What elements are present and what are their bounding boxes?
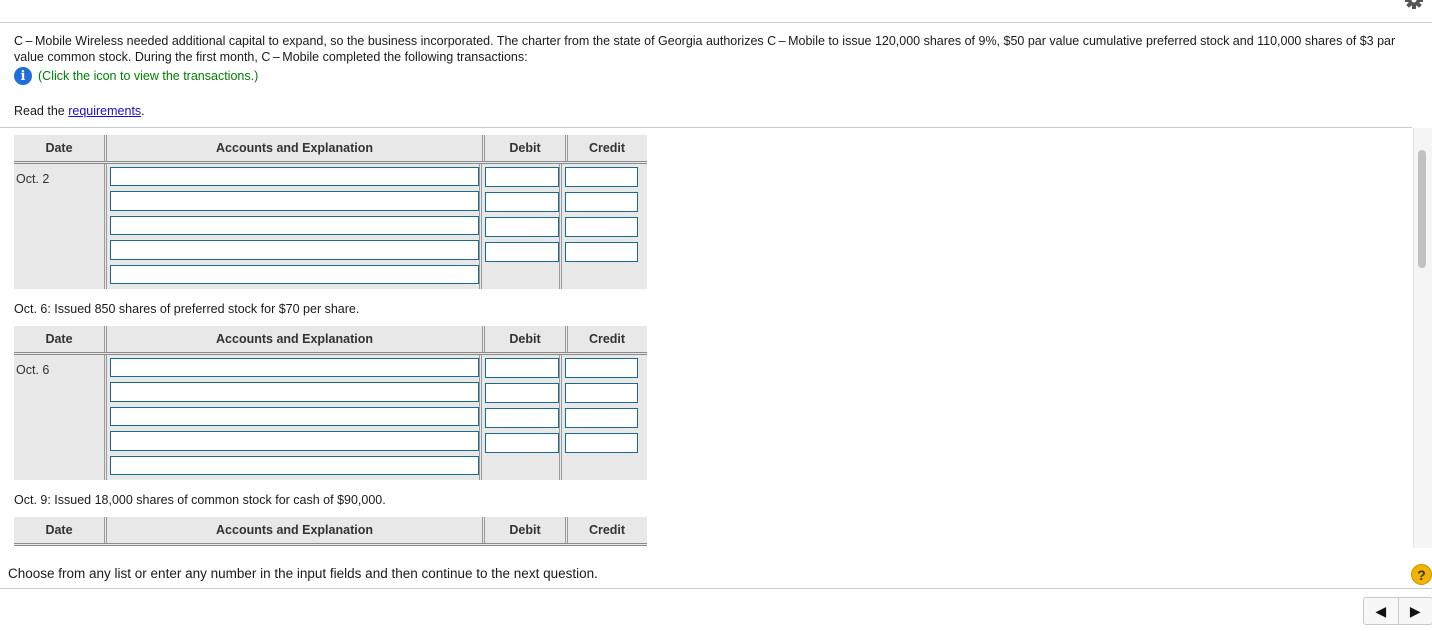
header-credit: Credit bbox=[588, 523, 626, 537]
debit-column bbox=[482, 355, 562, 480]
entry-date: Oct. 6 bbox=[14, 355, 107, 480]
header-accounts: Accounts and Explanation bbox=[107, 135, 485, 161]
transaction-description: Oct. 6: Issued 850 shares of preferred s… bbox=[14, 302, 360, 316]
instruction-text: Choose from any list or enter any number… bbox=[8, 566, 598, 581]
header-accounts: Accounts and Explanation bbox=[107, 517, 485, 543]
table-header: Date Accounts and Explanation Debit Cred… bbox=[14, 135, 647, 164]
question-scroll-area: Date Accounts and Explanation Debit Cred… bbox=[0, 128, 1432, 548]
credit-input[interactable] bbox=[565, 242, 638, 262]
divider bbox=[0, 588, 1432, 589]
journal-table-oct-9: Date Accounts and Explanation Debit Cred… bbox=[14, 517, 647, 546]
accounts-column bbox=[107, 164, 482, 289]
credit-input[interactable] bbox=[565, 217, 638, 237]
header-credit: Credit bbox=[588, 332, 626, 346]
previous-question-button[interactable]: ◀ bbox=[1364, 598, 1398, 624]
credit-column bbox=[562, 164, 640, 289]
divider bbox=[0, 22, 1432, 23]
account-input[interactable] bbox=[110, 431, 479, 451]
table-header: Date Accounts and Explanation Debit Cred… bbox=[14, 326, 647, 355]
requirements-line: Read the requirements. bbox=[14, 104, 145, 118]
transactions-info[interactable]: i (Click the icon to view the transactio… bbox=[14, 67, 258, 85]
table-header: Date Accounts and Explanation Debit Cred… bbox=[14, 517, 647, 546]
account-input[interactable] bbox=[110, 167, 479, 187]
debit-column bbox=[482, 164, 562, 289]
header-credit: Credit bbox=[588, 141, 626, 155]
account-input[interactable] bbox=[110, 382, 479, 402]
scrollbar-thumb[interactable] bbox=[1418, 150, 1426, 268]
debit-input[interactable] bbox=[485, 433, 559, 453]
question-prompt: C – Mobile Wireless needed additional ca… bbox=[14, 34, 1396, 64]
account-input[interactable] bbox=[110, 264, 479, 285]
debit-input[interactable] bbox=[485, 242, 559, 262]
header-debit: Debit bbox=[485, 326, 568, 352]
vertical-scrollbar[interactable] bbox=[1413, 128, 1432, 548]
credit-input[interactable] bbox=[565, 383, 638, 403]
question-navigation: ◀ ▶ bbox=[1363, 597, 1432, 625]
credit-input[interactable] bbox=[565, 408, 638, 428]
account-input[interactable] bbox=[110, 406, 479, 427]
account-input[interactable] bbox=[110, 358, 479, 378]
table-body: Oct. 6 bbox=[14, 355, 647, 480]
period: . bbox=[141, 104, 145, 118]
header-date: Date bbox=[14, 135, 107, 161]
account-input[interactable] bbox=[110, 455, 479, 476]
table-body: Oct. 2 bbox=[14, 164, 647, 289]
accounts-column bbox=[107, 355, 482, 480]
credit-input[interactable] bbox=[565, 358, 638, 378]
debit-input[interactable] bbox=[485, 408, 559, 428]
header-debit: Debit bbox=[485, 135, 568, 161]
journal-table-oct-6: Date Accounts and Explanation Debit Cred… bbox=[14, 326, 647, 480]
debit-input[interactable] bbox=[485, 192, 559, 212]
debit-input[interactable] bbox=[485, 217, 559, 237]
debit-input[interactable] bbox=[485, 167, 559, 187]
header-debit: Debit bbox=[485, 517, 568, 543]
header-date: Date bbox=[14, 517, 107, 543]
next-question-button[interactable]: ▶ bbox=[1397, 598, 1432, 624]
view-transactions-link[interactable]: (Click the icon to view the transactions… bbox=[38, 69, 258, 83]
requirements-link[interactable]: requirements bbox=[68, 104, 141, 118]
journal-table-oct-2: Date Accounts and Explanation Debit Cred… bbox=[14, 135, 647, 289]
read-the-label: Read the bbox=[14, 104, 69, 118]
credit-input[interactable] bbox=[565, 433, 638, 453]
account-input[interactable] bbox=[110, 215, 479, 236]
debit-input[interactable] bbox=[485, 358, 559, 378]
credit-column bbox=[562, 355, 640, 480]
info-icon[interactable]: i bbox=[14, 67, 32, 85]
account-input[interactable] bbox=[110, 191, 479, 211]
transaction-description: Oct. 9: Issued 18,000 shares of common s… bbox=[14, 493, 386, 507]
credit-input[interactable] bbox=[565, 192, 638, 212]
help-icon[interactable]: ? bbox=[1411, 564, 1432, 585]
debit-input[interactable] bbox=[485, 383, 559, 403]
entry-date: Oct. 2 bbox=[14, 164, 107, 289]
credit-input[interactable] bbox=[565, 167, 638, 187]
gear-icon[interactable] bbox=[1404, 0, 1424, 12]
header-accounts: Accounts and Explanation bbox=[107, 326, 485, 352]
header-date: Date bbox=[14, 326, 107, 352]
account-input[interactable] bbox=[110, 240, 479, 260]
